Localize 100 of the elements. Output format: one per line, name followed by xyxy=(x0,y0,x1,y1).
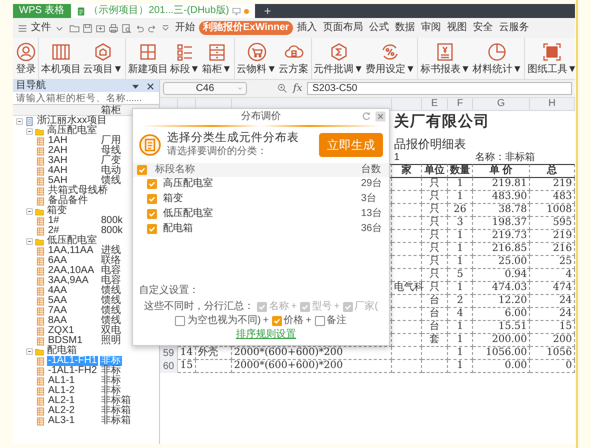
sheet-cell: 0 xyxy=(530,360,575,373)
name-box[interactable]: C46 xyxy=(163,82,247,95)
menu-tab[interactable]: 页面布局 xyxy=(321,21,366,35)
tree-item[interactable]: 5AA xyxy=(47,296,68,306)
tree-item[interactable]: 配电箱 xyxy=(46,346,78,356)
tree-item[interactable]: 1AH xyxy=(47,136,68,146)
tree-item[interactable]: 2# xyxy=(47,226,60,236)
ribbon-button[interactable]: 本机项目 xyxy=(38,38,82,79)
redo-icon[interactable] xyxy=(147,22,158,34)
tree-item[interactable]: 箱变 xyxy=(46,206,68,216)
ribbon-button[interactable]: 登录 xyxy=(15,38,37,79)
tree-item[interactable]: 共箱式母线桥 xyxy=(47,186,109,196)
tree-item[interactable]: AL2-2 xyxy=(47,406,76,416)
ribbon-button[interactable]: 标段▼ xyxy=(168,38,201,79)
empty-cell xyxy=(392,230,422,243)
empty-cell xyxy=(196,360,232,373)
ribbon-button[interactable]: 云物料▼ xyxy=(234,38,278,79)
menu-tab[interactable]: 审阅 xyxy=(419,21,444,35)
ribbon-button[interactable]: 费用设定▼ xyxy=(364,38,416,79)
sheet-cell: 25 xyxy=(530,256,575,269)
dropdown-icon[interactable] xyxy=(160,22,171,34)
collapse-icon[interactable] xyxy=(16,118,23,124)
tree-item[interactable]: 浙江丽水xx项目 xyxy=(36,116,108,126)
tree-item[interactable]: AL1-2 xyxy=(47,386,76,396)
ribbon-button[interactable]: 元件批调▼ xyxy=(310,38,365,79)
checkbox[interactable] xyxy=(175,316,186,326)
collapse-icon[interactable] xyxy=(26,208,33,214)
undo-icon[interactable] xyxy=(134,22,145,34)
tree-item[interactable]: 4AH xyxy=(47,166,68,176)
collapse-icon[interactable] xyxy=(26,348,33,354)
file-menu[interactable]: 文件 xyxy=(15,21,67,35)
tree-item[interactable]: 3AA,9AA xyxy=(47,276,90,286)
tree-cell: 馈线 xyxy=(100,286,122,296)
drawer-icon xyxy=(206,42,227,62)
plus-sign: + xyxy=(306,315,312,327)
menu-icon xyxy=(17,22,28,34)
ribbon-button[interactable]: 箱柜▼ xyxy=(200,38,233,79)
preview-icon[interactable] xyxy=(121,22,132,34)
search-field[interactable]: 请输入箱柜的柜号、名称...... xyxy=(13,92,159,105)
ribbon-button[interactable]: 云项目▼ xyxy=(82,38,124,79)
checkbox[interactable] xyxy=(147,224,157,234)
collapse-icon[interactable] xyxy=(26,128,33,134)
ribbon-button[interactable]: 新建项目 xyxy=(124,38,169,79)
menu-tab[interactable]: 插入 xyxy=(295,21,320,35)
folder-icon[interactable] xyxy=(69,22,80,34)
zoom-icon[interactable] xyxy=(277,83,288,94)
pie-chart-icon xyxy=(487,42,508,62)
tree-item[interactable]: 1# xyxy=(47,216,60,226)
menu-tab[interactable]: 视图 xyxy=(445,21,470,35)
tree-item[interactable]: 高压配电室 xyxy=(46,126,98,136)
print-icon[interactable] xyxy=(108,22,119,34)
menu-tab[interactable]: 云服务 xyxy=(497,21,532,35)
tree-cell: 非标 xyxy=(100,366,122,376)
tree-cell: 进线 xyxy=(100,246,122,256)
close-icon[interactable] xyxy=(375,111,386,122)
checkbox[interactable] xyxy=(137,164,147,175)
tree-item[interactable]: ZQX1 xyxy=(47,326,76,336)
ribbon-button[interactable]: 云方案 xyxy=(278,38,310,79)
collapse-icon[interactable] xyxy=(26,238,33,244)
cabinet-icon xyxy=(36,316,45,326)
checkbox[interactable] xyxy=(147,209,157,220)
tree-item[interactable]: -1AL1-FH2 xyxy=(47,366,98,376)
tree-item[interactable]: AL1-1 xyxy=(47,376,76,386)
tree-item[interactable]: AL2-1 xyxy=(47,396,76,406)
new-tab-button[interactable]: + xyxy=(255,4,280,18)
menu-tab[interactable]: 开始 xyxy=(173,21,197,35)
close-icon[interactable] xyxy=(145,80,156,92)
checkbox[interactable] xyxy=(314,316,325,326)
menu-tab[interactable]: 安全 xyxy=(471,21,496,35)
ribbon-button[interactable]: 图纸工具▼ xyxy=(524,38,575,79)
checkbox[interactable] xyxy=(147,179,157,190)
folder-icon xyxy=(35,126,44,136)
tree-item[interactable]: 3AH xyxy=(47,156,68,166)
tree-item[interactable]: 低压配电室 xyxy=(46,236,98,246)
save-icon[interactable] xyxy=(82,22,93,34)
checkbox[interactable] xyxy=(272,316,282,326)
formula-field[interactable]: S203-C50 xyxy=(307,82,572,95)
category-name: 高压配电室 xyxy=(163,178,213,190)
tree-cell: 厂变 xyxy=(100,156,122,166)
sheet-cell: 台 xyxy=(422,295,448,308)
ribbon-button[interactable]: 材料统计▼ xyxy=(471,38,524,79)
tree-item[interactable]: 5AH xyxy=(47,176,68,186)
ribbon-button[interactable]: 标书报表▼ xyxy=(417,38,472,79)
tree-item[interactable]: 7AA xyxy=(47,306,68,316)
tree-item[interactable]: 2AA,10AA xyxy=(47,266,96,276)
checkbox[interactable] xyxy=(147,194,157,204)
function-label[interactable]: fx xyxy=(293,82,302,94)
tree-item[interactable]: AL3-1 xyxy=(47,416,76,426)
menu-tab[interactable]: 数据 xyxy=(393,21,418,35)
tree-item[interactable]: 8AA xyxy=(47,316,68,326)
menu-tab[interactable]: 公式 xyxy=(367,21,392,35)
tree-item[interactable]: 备品备件 xyxy=(47,196,89,206)
tree-item[interactable]: 4AA xyxy=(47,286,68,296)
tree-cell: 馈线 xyxy=(100,296,122,306)
sort-rules-link[interactable]: 排序规则设置 xyxy=(236,329,296,341)
tree-item[interactable]: 6AA xyxy=(47,256,68,266)
tree-item[interactable]: 1AA,11AA xyxy=(47,246,94,256)
folder-icon xyxy=(35,236,44,246)
tree-item[interactable]: BDSM1 xyxy=(47,336,84,346)
tree-item[interactable]: 2AH xyxy=(47,146,68,156)
